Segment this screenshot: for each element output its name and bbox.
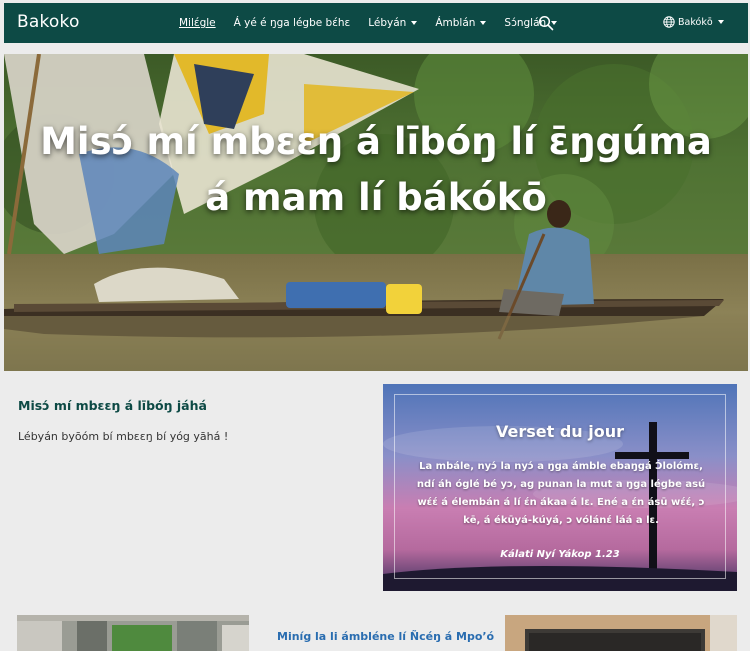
hero-title: Misɔ́ mí mbɛɛŋ á lībóŋ lí ɛ̄ŋgúma á mam … [4,114,748,226]
nav-item-songs[interactable]: Ámblán [435,17,487,29]
language-label: Bakókō [678,16,713,28]
nav-item-home[interactable]: Milέgle [179,17,216,29]
globe-icon [663,16,675,28]
caret-down-icon [411,21,418,25]
nav-item-books[interactable]: Lébyán [368,17,418,29]
top-navbar: Bakoko Milέgle Á yé é ŋga légbe bέhɛ Léb… [4,3,748,43]
hero-title-line: á mam lí bákókō [205,176,547,219]
news-thumbnail[interactable] [17,615,249,651]
verse-reference: Kálati Nyí Yákop 1.23 [500,549,620,560]
news-thumbnail[interactable] [505,615,737,651]
main-nav: Milέgle Á yé é ŋga légbe bέhɛ Lébyán Ámb… [179,3,575,43]
nav-item-label: Ámblán [435,17,476,29]
document-photo [505,615,737,651]
nav-item-about[interactable]: Á yé é ŋga légbe bέhɛ [234,17,351,29]
language-selector[interactable]: Bakókō [663,16,724,28]
search-icon[interactable] [538,15,554,31]
building-photo [17,615,249,651]
brand-logo[interactable]: Bakoko [17,12,80,32]
verse-of-the-day-card: Verset du jour La mbále, nyɔ́ la nyɔ́ a … [383,384,737,591]
nav-item-label: Milέgle [179,17,216,29]
hero-banner: Misɔ́ mí mbɛɛŋ á lībóŋ lí ɛ̄ŋgúma á mam … [4,54,748,371]
caret-down-icon [480,21,487,25]
caret-down-icon [717,20,724,24]
section-text: Lébyán byōóm bí mbɛɛŋ bí yóg yāhá ! [18,430,229,443]
hero-title-line: Misɔ́ mí mbɛɛŋ á lībóŋ lí ɛ̄ŋgúma [40,120,712,163]
section-title: Misɔ́ mí mbɛɛŋ á lībóŋ jáhá [18,398,207,413]
news-title-link[interactable]: Miníg la li ámbléne lí Ñcéŋ á Mpo’ó [277,630,494,643]
verse-text: La mbále, nyɔ́ la nyɔ́ a ŋga ámble ebaŋg… [416,461,706,526]
nav-item-label: Á yé é ŋga légbe bέhɛ [233,17,351,29]
nav-item-label: Lébyán [368,17,407,29]
verse-heading: Verset du jour [495,422,624,441]
